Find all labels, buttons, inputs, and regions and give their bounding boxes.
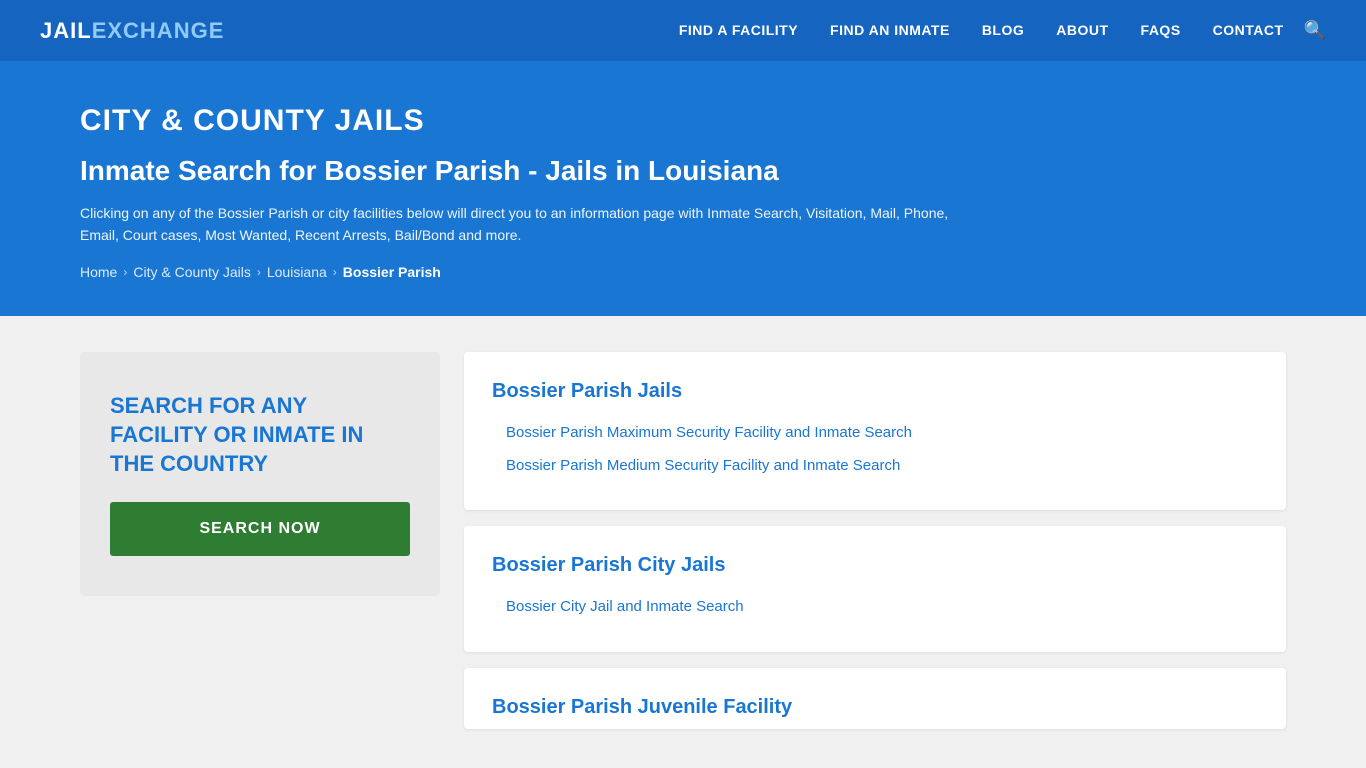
- nav-item-faqs[interactable]: FAQs: [1141, 22, 1181, 40]
- card-bossier-city-jails: Bossier Parish City Jails Bossier City J…: [464, 526, 1286, 652]
- nav-link-about[interactable]: ABOUT: [1056, 22, 1108, 38]
- nav-link-find-facility[interactable]: FIND A FACILITY: [679, 22, 798, 38]
- link-bossier-city-jail[interactable]: Bossier City Jail and Inmate Search: [492, 591, 1258, 624]
- nav-link-contact[interactable]: CONTACT: [1213, 22, 1284, 38]
- logo-part2: EXCHANGE: [92, 18, 225, 43]
- breadcrumb-louisiana[interactable]: Louisiana: [267, 264, 327, 280]
- card-bossier-juvenile: Bossier Parish Juvenile Facility: [464, 668, 1286, 729]
- nav-item-find-inmate[interactable]: FIND AN INMATE: [830, 22, 950, 40]
- search-icon[interactable]: 🔍: [1304, 20, 1326, 41]
- navbar: JAILEXCHANGE FIND A FACILITY FIND AN INM…: [0, 0, 1366, 64]
- nav-link-faqs[interactable]: FAQs: [1141, 22, 1181, 38]
- site-logo[interactable]: JAILEXCHANGE: [40, 18, 224, 44]
- hero-description: Clicking on any of the Bossier Parish or…: [80, 202, 980, 247]
- card-title-bossier-jails: Bossier Parish Jails: [492, 380, 1258, 403]
- breadcrumb: Home › City & County Jails › Louisiana ›…: [80, 264, 1286, 280]
- breadcrumb-sep-3: ›: [333, 265, 337, 279]
- card-bossier-parish-jails: Bossier Parish Jails Bossier Parish Maxi…: [464, 352, 1286, 510]
- breadcrumb-current: Bossier Parish: [343, 264, 441, 280]
- right-column: Bossier Parish Jails Bossier Parish Maxi…: [464, 352, 1286, 729]
- breadcrumb-city-county[interactable]: City & County Jails: [133, 264, 250, 280]
- sidebar: SEARCH FOR ANY FACILITY OR INMATE IN THE…: [80, 352, 440, 729]
- search-box: SEARCH FOR ANY FACILITY OR INMATE IN THE…: [80, 352, 440, 596]
- nav-link-find-inmate[interactable]: FIND AN INMATE: [830, 22, 950, 38]
- breadcrumb-sep-1: ›: [123, 265, 127, 279]
- breadcrumb-home[interactable]: Home: [80, 264, 117, 280]
- card-title-bossier-city-jails: Bossier Parish City Jails: [492, 554, 1258, 577]
- nav-item-blog[interactable]: BLOG: [982, 22, 1024, 40]
- hero-section: CITY & COUNTY JAILS Inmate Search for Bo…: [0, 64, 1366, 316]
- nav-links: FIND A FACILITY FIND AN INMATE BLOG ABOU…: [679, 22, 1284, 40]
- link-max-security[interactable]: Bossier Parish Maximum Security Facility…: [492, 417, 1258, 450]
- breadcrumb-sep-2: ›: [257, 265, 261, 279]
- card-title-juvenile: Bossier Parish Juvenile Facility: [492, 696, 1258, 719]
- search-box-title: SEARCH FOR ANY FACILITY OR INMATE IN THE…: [110, 392, 410, 478]
- hero-title: Inmate Search for Bossier Parish - Jails…: [80, 154, 1286, 188]
- main-content: SEARCH FOR ANY FACILITY OR INMATE IN THE…: [0, 316, 1366, 765]
- hero-category: CITY & COUNTY JAILS: [80, 104, 1286, 138]
- nav-link-blog[interactable]: BLOG: [982, 22, 1024, 38]
- nav-item-find-facility[interactable]: FIND A FACILITY: [679, 22, 798, 40]
- link-medium-security[interactable]: Bossier Parish Medium Security Facility …: [492, 450, 1258, 483]
- nav-item-about[interactable]: ABOUT: [1056, 22, 1108, 40]
- nav-item-contact[interactable]: CONTACT: [1213, 22, 1284, 40]
- logo-part1: JAIL: [40, 18, 92, 43]
- search-now-button[interactable]: SEARCH NOW: [110, 502, 410, 556]
